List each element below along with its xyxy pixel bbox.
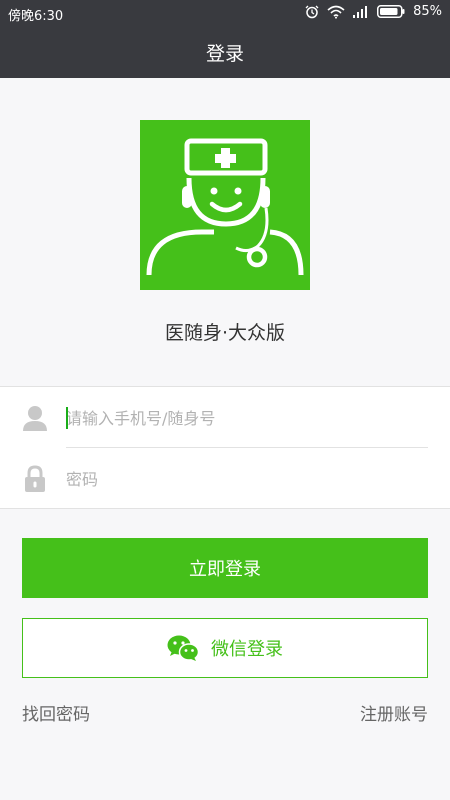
- text-cursor: [66, 407, 68, 429]
- password-input[interactable]: [66, 466, 426, 492]
- lock-icon: [25, 465, 45, 492]
- alarm-icon: [305, 5, 319, 18]
- phone-input[interactable]: [66, 405, 426, 431]
- status-time: 傍晚6:30: [8, 9, 64, 24]
- phone-field: [0, 387, 450, 448]
- page-title: 登录: [205, 42, 244, 65]
- register-link[interactable]: 注册账号: [360, 700, 428, 725]
- battery-icon: [377, 5, 405, 18]
- wechat-login-button[interactable]: 微信登录: [22, 618, 428, 678]
- login-button-label: 立即登录: [189, 559, 261, 579]
- forgot-password-link[interactable]: 找回密码: [22, 700, 90, 725]
- signal-icon: [353, 5, 368, 18]
- user-icon: [23, 406, 47, 431]
- doctor-logo-icon: [146, 138, 304, 276]
- wechat-login-label: 微信登录: [211, 639, 283, 660]
- app-logo: [140, 120, 310, 290]
- wechat-icon: [167, 635, 199, 661]
- title-bar: 登录: [0, 26, 450, 78]
- status-bar: 傍晚6:30 85%: [0, 0, 450, 26]
- wifi-icon: [327, 5, 345, 19]
- password-field: [0, 448, 450, 509]
- login-button[interactable]: 立即登录: [22, 538, 428, 598]
- battery-level: 85%: [413, 4, 442, 19]
- status-icons: 85%: [305, 4, 442, 19]
- login-form: [0, 386, 450, 509]
- app-name: 医随身·大众版: [164, 322, 286, 344]
